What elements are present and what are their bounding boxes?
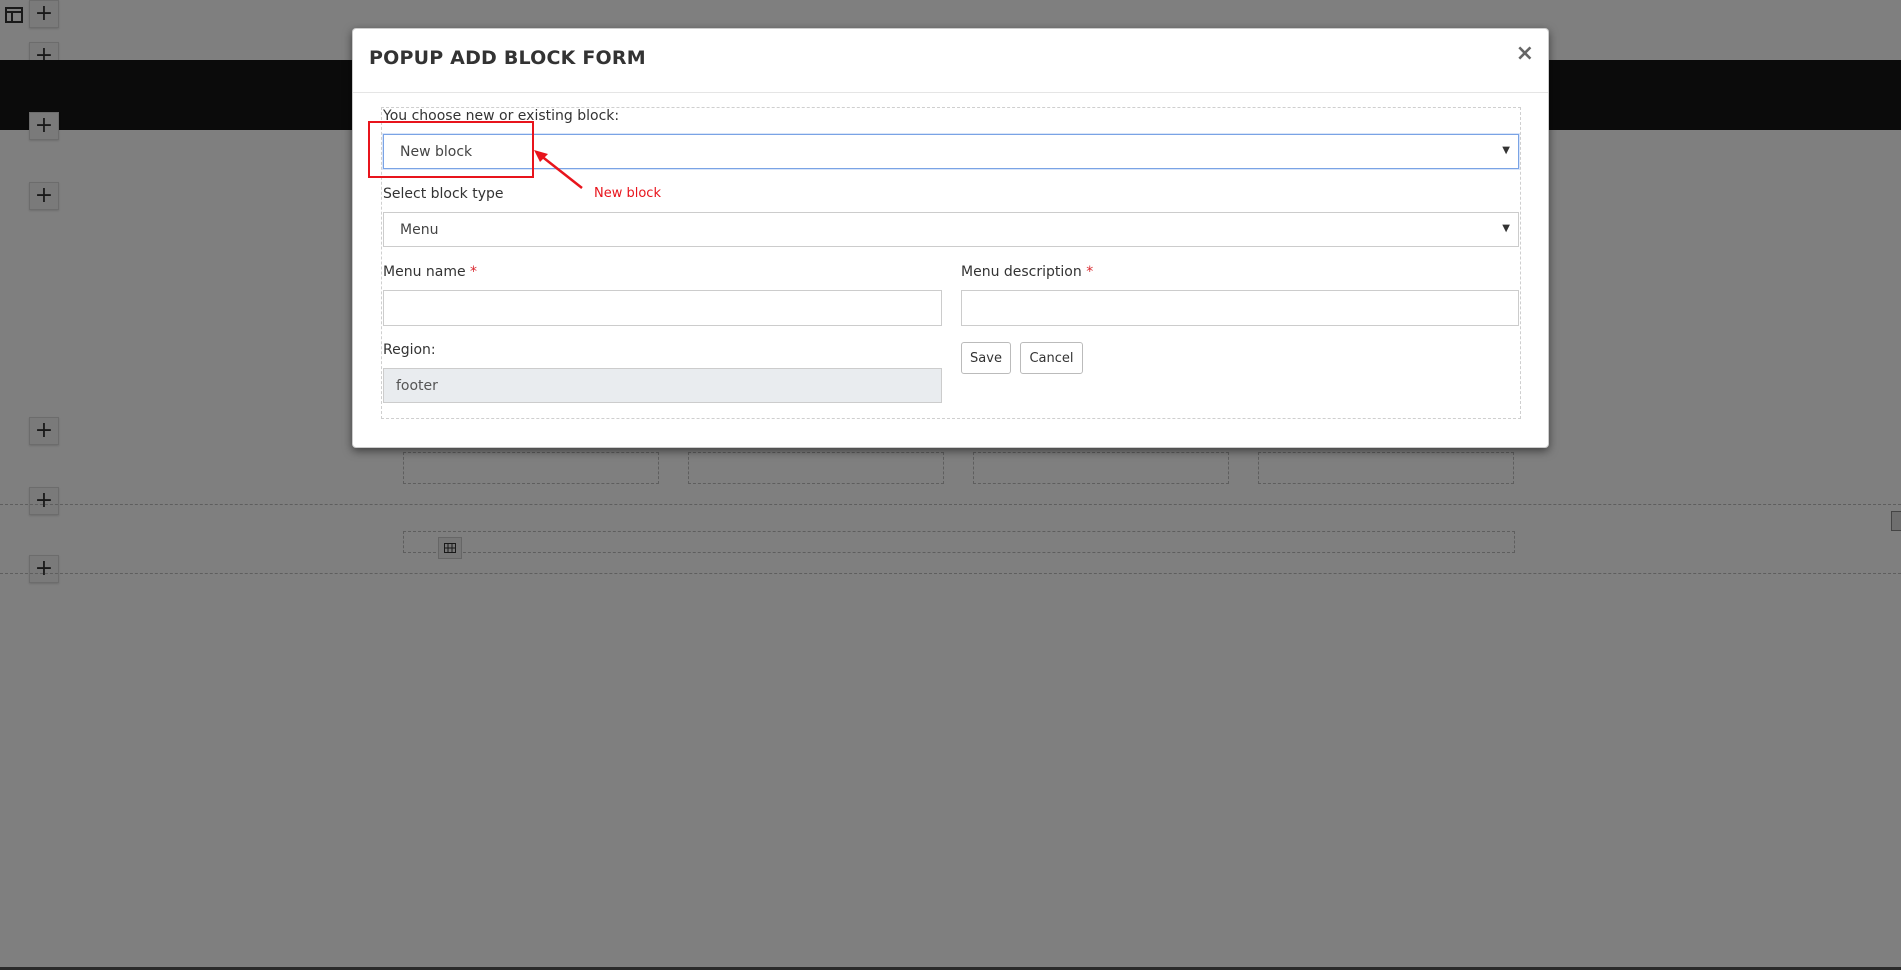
modal-header: POPUP ADD BLOCK FORM ×: [353, 29, 1548, 93]
add-block-modal: POPUP ADD BLOCK FORM × You choose new or…: [352, 28, 1549, 448]
region-value: footer: [396, 377, 438, 394]
annotation-label: New block: [594, 186, 661, 201]
menu-name-label: Menu name *: [383, 264, 477, 280]
save-button[interactable]: Save: [961, 342, 1011, 374]
block-type-select[interactable]: Menu ▼: [383, 212, 1519, 247]
menu-description-label: Menu description *: [961, 264, 1093, 280]
region-input[interactable]: footer: [383, 368, 942, 403]
cancel-button[interactable]: Cancel: [1020, 342, 1083, 374]
close-icon[interactable]: ×: [1516, 43, 1534, 65]
annotation-highlight-box: [368, 121, 534, 178]
chevron-down-icon: ▼: [1502, 145, 1510, 156]
arrow-icon: [534, 150, 583, 189]
block-type-label: Select block type: [383, 186, 504, 202]
required-mark: *: [1086, 264, 1094, 280]
menu-name-label-text: Menu name: [383, 264, 466, 280]
menu-description-input[interactable]: [961, 290, 1519, 326]
block-type-value: Menu: [400, 221, 439, 238]
region-label: Region:: [383, 342, 436, 358]
menu-name-input[interactable]: [383, 290, 942, 326]
required-mark: *: [470, 264, 478, 280]
modal-title: POPUP ADD BLOCK FORM: [369, 47, 646, 69]
chevron-down-icon: ▼: [1502, 223, 1510, 234]
menu-description-label-text: Menu description: [961, 264, 1082, 280]
